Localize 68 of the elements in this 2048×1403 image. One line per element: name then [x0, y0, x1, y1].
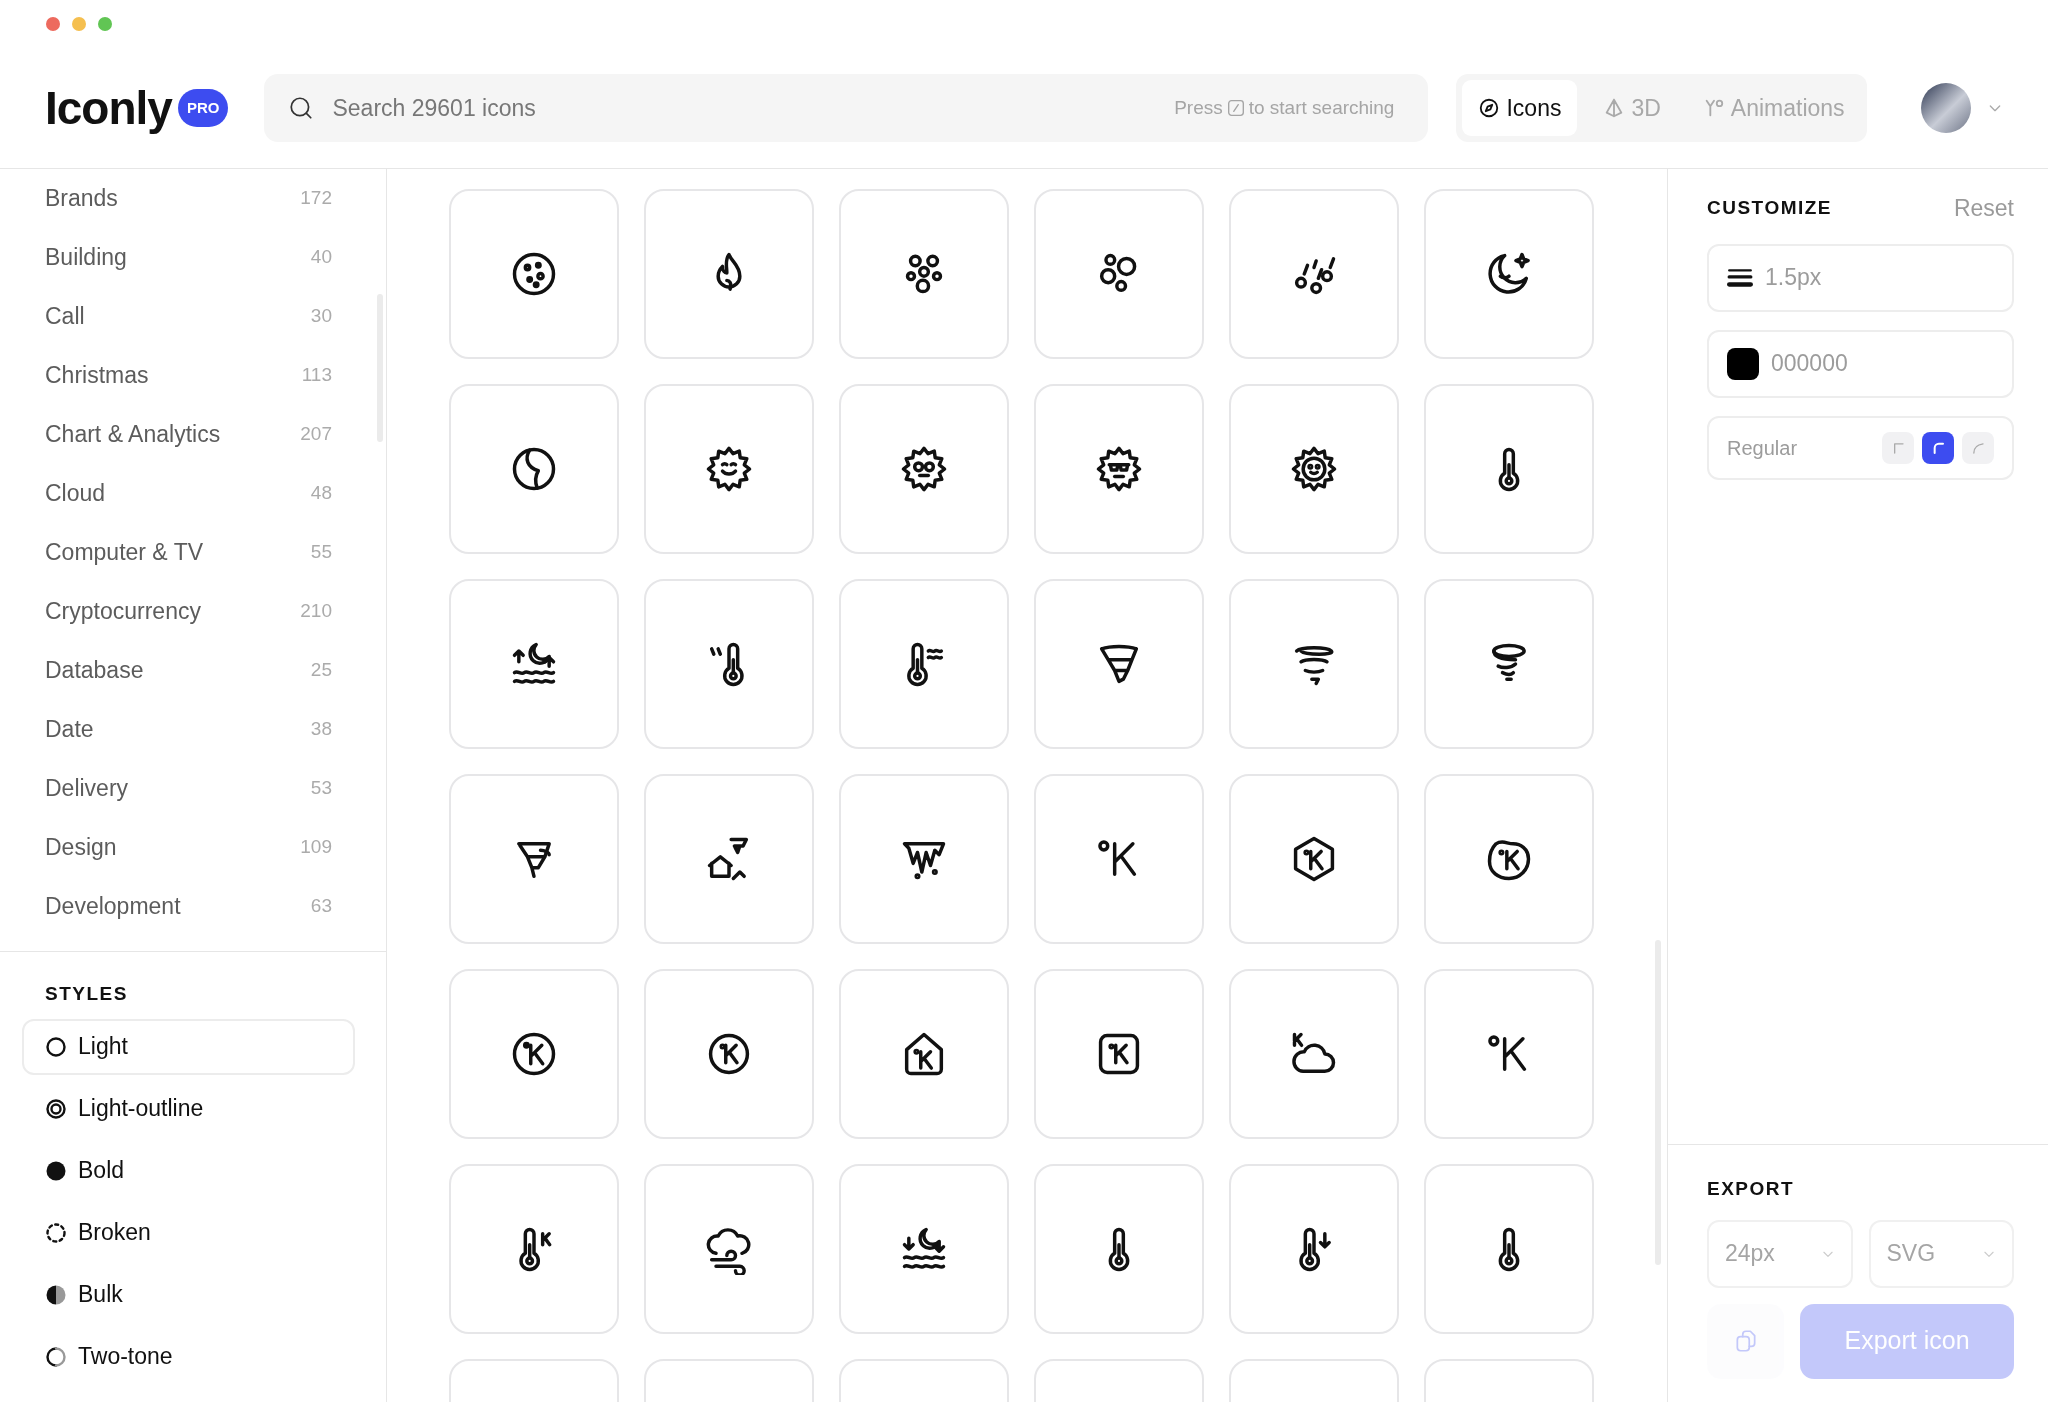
icon-card[interactable] — [839, 384, 1009, 554]
minimize-window-button[interactable] — [72, 17, 86, 31]
dashed-circle-icon — [44, 1220, 68, 1245]
category-count: 40 — [310, 245, 332, 270]
search-icon — [288, 95, 315, 121]
icon-card[interactable] — [644, 384, 814, 554]
style-option[interactable]: Bulk — [22, 1266, 355, 1323]
category-label[interactable]: Computer & TV — [45, 535, 204, 570]
category-count: 55 — [310, 540, 332, 565]
field-value: 000000 — [1771, 349, 1848, 379]
category-label[interactable]: Chart & Analytics — [45, 417, 221, 452]
two-tone-circle-icon — [44, 1344, 68, 1369]
category-count: 25 — [310, 658, 332, 683]
pro-badge: PRO — [177, 88, 229, 128]
corner-toggle[interactable] — [1962, 431, 1994, 464]
category-label[interactable]: Call — [45, 299, 85, 334]
double-ring-icon — [44, 1096, 68, 1121]
style-option[interactable]: Broken — [22, 1204, 355, 1261]
category-count: 53 — [310, 776, 332, 801]
field-value: 1.5px — [1765, 263, 1822, 293]
style-option[interactable]: Light — [22, 1018, 355, 1075]
icon-card[interactable] — [1034, 384, 1204, 554]
select-value: 24px — [1725, 1239, 1775, 1269]
zoom-window-button[interactable] — [98, 17, 112, 31]
section-heading: STYLES — [44, 982, 129, 1006]
search-input[interactable]: Search 29601 icons — [330, 89, 1159, 127]
category-count: 210 — [300, 599, 332, 624]
category-count: 63 — [310, 894, 332, 919]
category-label[interactable]: Brands — [45, 181, 118, 216]
select-value: SVG — [1886, 1239, 1936, 1269]
avatar-photo[interactable] — [1921, 83, 1971, 133]
category-label[interactable]: Database — [45, 653, 144, 688]
style-option[interactable]: Bold — [22, 1142, 355, 1199]
style-option[interactable]: Light-outline — [22, 1080, 355, 1137]
compass-icon — [1478, 97, 1501, 119]
close-window-button[interactable] — [46, 17, 60, 31]
category-label[interactable]: Development — [45, 889, 181, 924]
category-count: 113 — [301, 363, 332, 388]
field-label: Regular — [1727, 435, 1798, 461]
hint-text: to start searching — [1248, 95, 1395, 120]
ring-icon — [44, 1034, 68, 1059]
style-option[interactable]: Two-tone — [22, 1328, 355, 1385]
icon-card[interactable] — [449, 189, 619, 359]
category-count: 109 — [300, 835, 332, 860]
mode-tab[interactable]: Icons — [1462, 80, 1578, 136]
hint-text: Press — [1174, 95, 1223, 120]
category-label[interactable]: Date — [45, 712, 94, 747]
category-count: 30 — [310, 304, 332, 329]
category-label[interactable]: Building — [45, 240, 127, 275]
panel-heading: EXPORT — [1707, 1177, 1796, 1201]
category-label[interactable]: Cryptocurrency — [45, 594, 201, 629]
category-label[interactable]: Delivery — [45, 771, 129, 806]
category-label[interactable]: Christmas — [45, 358, 149, 393]
category-count: 172 — [300, 186, 332, 211]
icon-card[interactable] — [1229, 384, 1399, 554]
corner-toggle[interactable] — [1922, 431, 1954, 464]
category-count: 207 — [300, 422, 332, 447]
category-count: 48 — [310, 481, 332, 506]
icon-card[interactable] — [839, 1164, 1009, 1334]
icon-card[interactable] — [449, 579, 619, 749]
icon-card[interactable] — [1034, 969, 1204, 1139]
panel-heading: CUSTOMIZE — [1707, 196, 1833, 220]
slash-key-icon — [1226, 99, 1245, 117]
category-label[interactable]: Design — [45, 830, 117, 865]
category-label[interactable]: Cloud — [45, 476, 106, 511]
category-count: 38 — [310, 717, 332, 742]
color-swatch[interactable] — [1727, 347, 1759, 380]
corner-toggle[interactable] — [1882, 431, 1914, 464]
